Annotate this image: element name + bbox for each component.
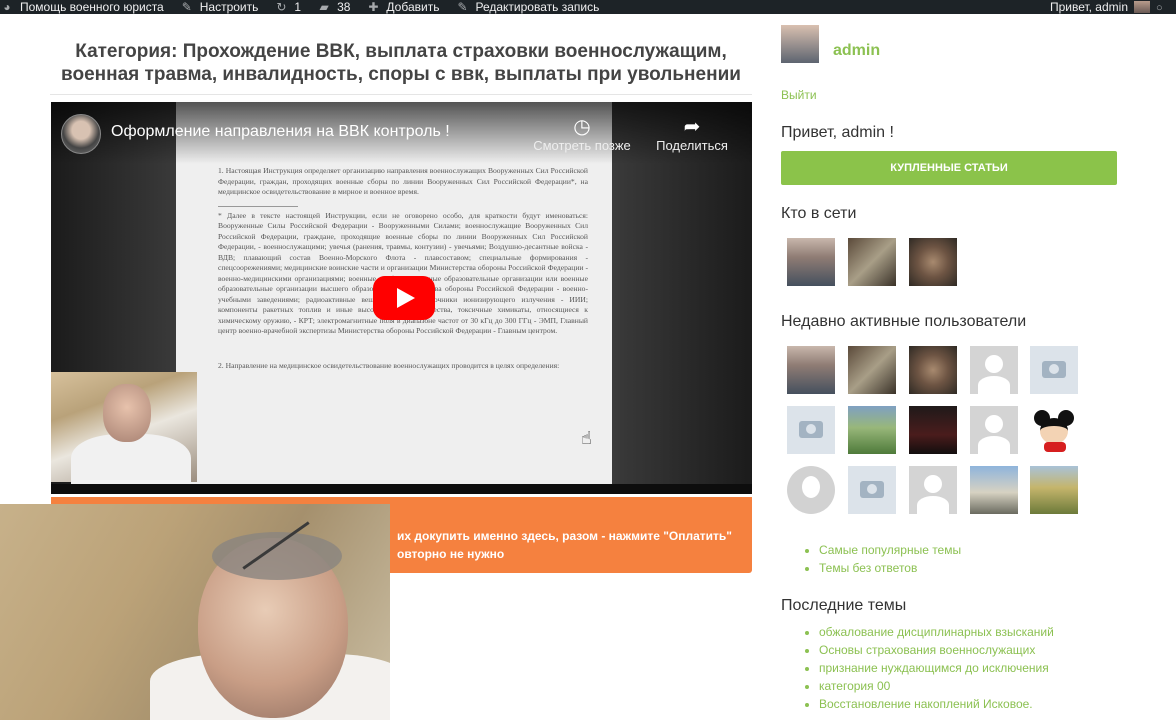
recent-user-avatar[interactable] xyxy=(787,406,835,454)
recent-user-avatar[interactable] xyxy=(970,466,1018,514)
avatar[interactable] xyxy=(781,25,819,63)
presenter-head xyxy=(103,384,151,442)
footnote-rule xyxy=(218,205,298,207)
page-title: Категория: Прохождение ВВК, выплата стра… xyxy=(61,41,741,85)
edit-post-link[interactable]: ✎ Редактировать запись xyxy=(455,0,599,14)
video-title[interactable]: Оформление направления на ВВК контроль ! xyxy=(111,123,450,141)
watch-later-label: Смотреть позже xyxy=(533,138,631,153)
recent-user-avatar[interactable] xyxy=(1030,466,1078,514)
dashboard-icon: ◕ xyxy=(3,0,11,14)
recent-user-avatar[interactable] xyxy=(909,346,957,394)
doc-paragraph: 2. Направление на медицинское освидетель… xyxy=(218,360,560,370)
mickey-pants xyxy=(1044,442,1066,452)
edit-post-label[interactable]: Редактировать запись xyxy=(475,0,599,14)
banner-line-2: овторно не нужно xyxy=(397,547,504,561)
recent-user-avatar[interactable] xyxy=(1030,346,1078,394)
latest-topics-heading: Последние темы xyxy=(781,597,907,614)
doc-paragraph: 1. Настоящая Инструкция определяет орган… xyxy=(218,166,588,196)
recent-user-avatar[interactable] xyxy=(970,346,1018,394)
topic-link[interactable]: обжалование дисциплинарных взысканий xyxy=(819,625,1054,639)
profile-link[interactable]: admin xyxy=(833,42,880,60)
divider xyxy=(50,94,752,95)
clock-icon: ◷ xyxy=(573,116,591,138)
site-menu[interactable]: ◕ Помощь военного юриста xyxy=(0,0,164,14)
pencil-icon: ✎ xyxy=(457,0,468,14)
comments-count[interactable]: 38 xyxy=(337,0,350,14)
hand-cursor-icon: ☝ xyxy=(581,428,592,448)
logout-link[interactable]: Выйти xyxy=(781,88,817,102)
online-user-avatar[interactable] xyxy=(787,238,835,286)
unanswered-topics-link[interactable]: Темы без ответов xyxy=(819,561,917,575)
online-heading: Кто в сети xyxy=(781,205,857,222)
recent-users-heading: Недавно активные пользователи xyxy=(781,313,1027,330)
play-button[interactable] xyxy=(373,276,435,320)
youtube-embed[interactable]: 1. Настоящая Инструкция определяет орган… xyxy=(51,102,752,494)
recent-user-avatar[interactable] xyxy=(787,346,835,394)
mickey-head xyxy=(1040,418,1068,444)
topic-link[interactable]: Основы страхования военнослужащих xyxy=(819,643,1035,657)
recent-user-avatar[interactable] xyxy=(848,346,896,394)
webcam-overlay xyxy=(0,504,390,720)
latest-topics-list: обжалование дисциплинарных взысканий Осн… xyxy=(819,623,1054,713)
banner-line-2-text: овторно xyxy=(397,547,450,561)
recent-user-avatar[interactable] xyxy=(909,406,957,454)
recent-user-avatar[interactable] xyxy=(1030,406,1078,454)
comment-icon: ▰ xyxy=(319,0,329,14)
purchased-articles-button[interactable]: КУПЛЕННЫЕ СТАТЬИ xyxy=(781,151,1117,185)
recent-user-avatar[interactable] xyxy=(848,466,896,514)
customize-label[interactable]: Настроить xyxy=(200,0,259,14)
updates-count[interactable]: 1 xyxy=(294,0,301,14)
add-new-label[interactable]: Добавить xyxy=(386,0,439,14)
topic-link[interactable]: признание нуждающимся до исключения xyxy=(819,661,1049,675)
recent-user-avatar[interactable] xyxy=(970,406,1018,454)
list-item: Темы без ответов xyxy=(819,559,961,577)
list-item: Восстановление накоплений Исковое. xyxy=(819,695,1054,713)
list-item: категория 00 xyxy=(819,677,1054,695)
recent-user-avatar[interactable] xyxy=(787,466,835,514)
updates-link[interactable]: ↻ 1 xyxy=(274,0,301,14)
sidebar: admin Выйти Привет, admin ! КУПЛЕННЫЕ СТ… xyxy=(781,0,1176,720)
share-arrow-icon: ➦ xyxy=(683,116,701,138)
comments-link[interactable]: ▰ 38 xyxy=(317,0,350,14)
webcam-hair xyxy=(212,532,342,580)
list-item: Самые популярные темы xyxy=(819,541,961,559)
greeting-heading: Привет, admin ! xyxy=(781,124,894,141)
watch-later-button[interactable]: ◷ Смотреть позже xyxy=(522,116,642,153)
share-button[interactable]: ➦ Поделиться xyxy=(632,116,752,153)
online-user-avatar[interactable] xyxy=(848,238,896,286)
list-item: признание нуждающимся до исключения xyxy=(819,659,1054,677)
list-item: Основы страхования военнослужащих xyxy=(819,641,1054,659)
share-label: Поделиться xyxy=(656,138,728,153)
customize-link[interactable]: ✎ Настроить xyxy=(180,0,259,14)
banner-emphasis: не нужно xyxy=(449,547,505,561)
list-item: обжалование дисциплинарных взысканий xyxy=(819,623,1054,641)
recent-user-avatar[interactable] xyxy=(909,466,957,514)
recent-user-avatar[interactable] xyxy=(848,406,896,454)
channel-avatar[interactable] xyxy=(61,114,101,154)
forum-links: Самые популярные темы Темы без ответов xyxy=(819,541,961,577)
banner-line-1: их докупить именно здесь, разом - нажмит… xyxy=(397,529,732,543)
site-name[interactable]: Помощь военного юриста xyxy=(20,0,164,14)
online-user-avatar[interactable] xyxy=(909,238,957,286)
video-bottom-bar xyxy=(51,484,752,494)
add-new-link[interactable]: ✚ Добавить xyxy=(366,0,439,14)
presenter-video xyxy=(51,372,197,494)
topic-link[interactable]: категория 00 xyxy=(819,679,890,693)
popular-topics-link[interactable]: Самые популярные темы xyxy=(819,543,961,557)
topic-link[interactable]: Восстановление накоплений Исковое. xyxy=(819,697,1033,711)
refresh-icon: ↻ xyxy=(276,0,287,14)
brush-icon: ✎ xyxy=(181,0,192,14)
plus-icon: ✚ xyxy=(368,0,379,14)
